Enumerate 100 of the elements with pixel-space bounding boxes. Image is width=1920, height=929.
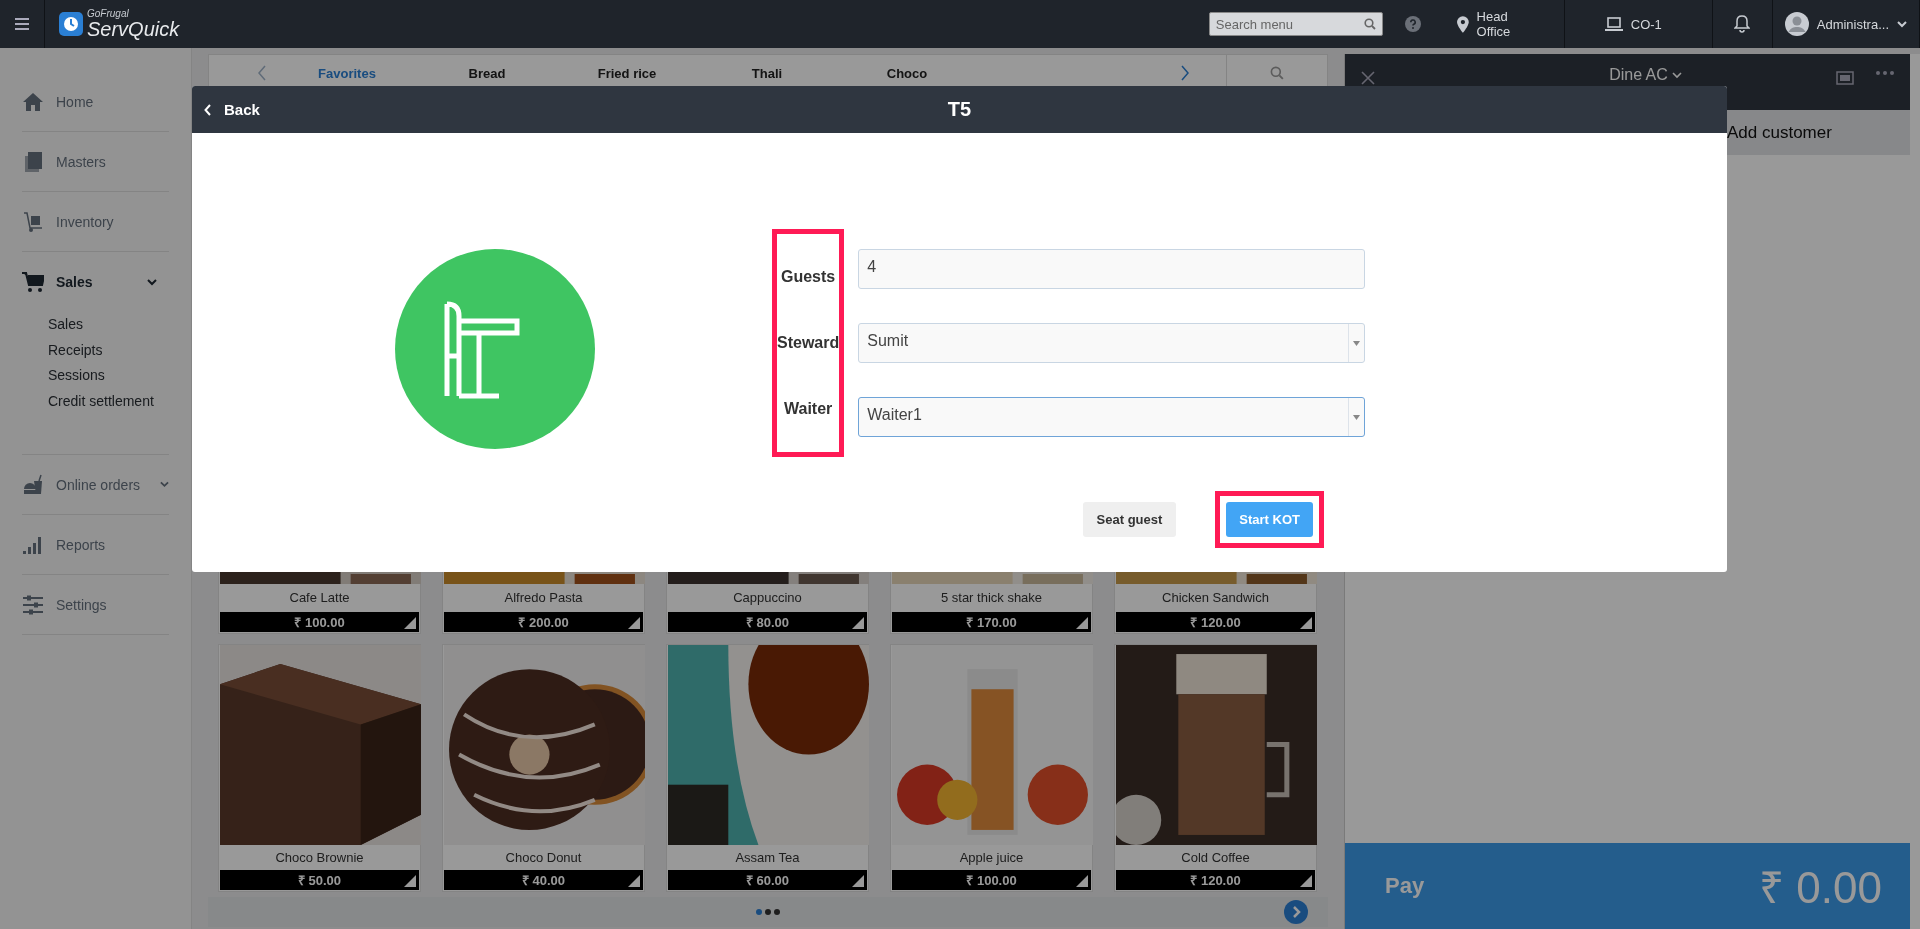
nav-icon [22, 271, 44, 293]
dialog-button[interactable]: Seat guest [1082, 502, 1177, 537]
menu-icon [15, 18, 29, 30]
product-card[interactable]: Apple juice ₹ 100.00 [890, 644, 1093, 892]
monitor-icon [1604, 16, 1623, 32]
sidebar-item[interactable]: Inventory [22, 192, 169, 252]
field-label: Guests [781, 268, 836, 286]
category-tab[interactable]: Thali [697, 65, 837, 81]
product-card[interactable]: Chicken Sandwich ₹ 120.00 [1114, 572, 1317, 634]
logo-icon [59, 12, 83, 36]
counter-selector[interactable]: CO-1 [1564, 0, 1713, 48]
brand-name: ServQuick [87, 19, 180, 39]
product-card[interactable]: Cold Coffee ₹ 120.00 [1114, 644, 1317, 892]
product-price: ₹ 120.00 [1190, 614, 1241, 631]
corner-triangle-icon [1076, 617, 1088, 629]
product-card[interactable]: Choco Brownie ₹ 50.00 [218, 644, 421, 892]
scan-icon[interactable] [1836, 71, 1854, 85]
dropdown[interactable]: Sumit [858, 323, 1366, 363]
nav-icon [22, 473, 44, 496]
chevron-left-icon [204, 103, 212, 116]
page-dot[interactable] [756, 909, 762, 915]
field-label: Waiter [783, 400, 833, 418]
pin-icon [1456, 15, 1469, 33]
chevron-down-icon [160, 481, 169, 488]
sidebar-subitem[interactable]: Sessions [48, 363, 169, 389]
order-type-selector[interactable]: Dine AC [1397, 66, 1814, 84]
product-name: Cold Coffee [1180, 849, 1251, 867]
product-name: Chicken Sandwich [1161, 589, 1270, 607]
category-tab[interactable]: Bread [417, 65, 557, 81]
sidebar-subitem[interactable]: Sales [48, 312, 169, 338]
help-icon[interactable] [1404, 16, 1421, 32]
sidebar-item[interactable]: Settings [22, 575, 169, 635]
product-name: Cafe Latte [288, 589, 351, 607]
sidebar-subitem[interactable]: Receipts [48, 337, 169, 363]
chevron-down-icon [1671, 71, 1682, 79]
nav-icon [22, 210, 44, 233]
user-menu[interactable]: Administra... [1772, 0, 1920, 48]
product-price: ₹ 200.00 [518, 614, 569, 631]
nav-icon [22, 593, 44, 616]
product-card[interactable]: Choco Donut ₹ 40.00 [442, 644, 645, 892]
field-label: Steward [777, 334, 840, 352]
close-icon[interactable] [1361, 71, 1375, 85]
chevron-down-icon [1897, 20, 1907, 28]
caret-icon [1353, 414, 1361, 420]
corner-triangle-icon [404, 617, 416, 629]
sidebar-subitem[interactable]: Credit settlement [48, 388, 169, 414]
sidebar-item[interactable]: Masters [22, 132, 169, 192]
product-name: Alfredo Pasta [503, 589, 584, 607]
sidebar-item[interactable]: Home [22, 72, 169, 132]
next-page-icon[interactable] [1284, 900, 1308, 924]
total-amount: ₹ 0.00 [1759, 862, 1882, 914]
search-icon [1363, 18, 1376, 30]
table-chair-icon [395, 249, 595, 449]
product-card[interactable]: Cappuccino ₹ 80.00 [666, 572, 869, 634]
search-icon [1270, 66, 1284, 80]
product-name: Choco Brownie [274, 849, 365, 867]
product-price: ₹ 100.00 [294, 614, 345, 631]
corner-triangle-icon [628, 875, 640, 887]
caret-icon [1353, 340, 1361, 346]
category-tab[interactable]: Fried rice [557, 65, 697, 81]
sidebar-item[interactable]: Sales [22, 252, 169, 312]
product-card[interactable]: Assam Tea ₹ 60.00 [666, 644, 869, 892]
corner-triangle-icon [852, 617, 864, 629]
product-name: Assam Tea [734, 849, 801, 867]
dialog-title: T5 [947, 98, 972, 121]
product-price: ₹ 170.00 [966, 614, 1017, 631]
nav-icon [22, 90, 44, 113]
page-dot[interactable] [765, 909, 771, 915]
product-price: ₹ 50.00 [297, 872, 342, 889]
product-name: Cappuccino [732, 589, 803, 607]
corner-triangle-icon [628, 617, 640, 629]
sidebar-item[interactable]: Online orders [22, 455, 169, 515]
corner-triangle-icon [852, 875, 864, 887]
chevron-right-icon[interactable] [1180, 65, 1190, 81]
product-card[interactable]: 5 star thick shake ₹ 170.00 [890, 572, 1093, 634]
chevron-left-icon[interactable] [257, 65, 267, 81]
input-field[interactable]: 4 [858, 249, 1366, 289]
location-selector[interactable]: Head Office [1436, 0, 1565, 48]
bell-icon [1734, 15, 1751, 33]
more-icon[interactable] [1876, 71, 1894, 75]
product-price: ₹ 100.00 [966, 872, 1017, 889]
product-card[interactable]: Alfredo Pasta ₹ 200.00 [442, 572, 645, 634]
sidebar-item[interactable]: Reports [22, 515, 169, 575]
avatar-icon [1784, 12, 1809, 36]
chevron-down-icon [147, 278, 157, 286]
category-tab[interactable]: Choco [837, 65, 977, 81]
product-name: Apple juice [958, 849, 1025, 867]
search-field[interactable]: Search menu [1208, 12, 1383, 36]
product-name: 5 star thick shake [939, 589, 1044, 607]
corner-triangle-icon [1300, 617, 1312, 629]
dropdown[interactable]: Waiter1 [858, 397, 1366, 437]
product-name: Choco Donut [504, 849, 583, 867]
product-price: ₹ 60.00 [745, 872, 790, 889]
back-button[interactable]: Back [192, 101, 260, 118]
brand-tagline: GoFrugal [87, 9, 130, 19]
product-price: ₹ 120.00 [1190, 872, 1241, 889]
product-card[interactable]: Cafe Latte ₹ 100.00 [218, 572, 421, 634]
corner-triangle-icon [1300, 875, 1312, 887]
pay-label: Pay [1385, 873, 1425, 899]
page-dot[interactable] [774, 909, 780, 915]
